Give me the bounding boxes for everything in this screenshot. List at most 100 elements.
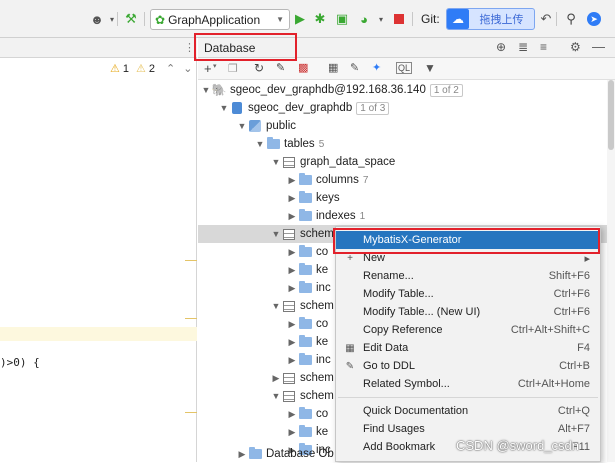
menu-item-copy-reference[interactable]: Copy Reference Ctrl+Alt+Shift+C	[336, 321, 600, 339]
gutter-marker	[185, 260, 197, 261]
chevron-right-icon[interactable]: ▶	[286, 247, 298, 258]
add-icon[interactable]: +	[204, 61, 212, 76]
folder-icon	[298, 335, 312, 348]
rollback-icon[interactable]: ↶	[537, 10, 555, 28]
chevron-right-icon[interactable]: ▶	[270, 373, 282, 384]
run-icon[interactable]: ▶	[291, 10, 309, 28]
menu-item-modify-table-new-ui[interactable]: Modify Table... (New UI) Ctrl+F6	[336, 303, 600, 321]
chevron-down-icon: ▼	[276, 15, 284, 24]
menu-item-shortcut: F4	[577, 342, 590, 354]
indexes-label: inc	[316, 282, 331, 294]
debug-icon[interactable]: ✱	[311, 10, 329, 28]
schema-settings-icon[interactable]: ✎	[276, 61, 285, 74]
chevron-right-icon[interactable]: ▶	[286, 319, 298, 330]
weak-warning-count: 2	[148, 62, 155, 75]
tree-node-database-objects[interactable]: ▶ Database Ob	[198, 445, 338, 463]
filter-icon[interactable]: ▼	[424, 61, 436, 75]
chevron-down-icon[interactable]: ▼	[254, 139, 266, 149]
tree-node-columns[interactable]: ▶ columns 7	[198, 171, 607, 189]
coverage-icon[interactable]: ▣	[333, 10, 351, 28]
menu-item-related-symbol[interactable]: Related Symbol... Ctrl+Alt+Home	[336, 375, 600, 393]
menu-item-edit-data[interactable]: ▦ Edit Data F4	[336, 339, 600, 357]
schema-label: public	[266, 120, 297, 132]
edit-source-icon[interactable]: ✎	[350, 61, 359, 74]
menu-item-quick-documentation[interactable]: Quick Documentation Ctrl+Q	[336, 402, 600, 420]
tree-node-database[interactable]: ▼ sgeoc_dev_graphdb 1 of 3	[198, 99, 607, 117]
more-options-icon[interactable]: ⋮	[184, 41, 195, 54]
stop-icon[interactable]	[390, 10, 408, 28]
code-editor[interactable]: ⋮ ⚠ 1 ⚠ 2 ⌃ ⌄ )>0) {	[0, 38, 197, 462]
chevron-down-icon[interactable]: ▼	[270, 229, 282, 239]
menu-item-rename[interactable]: Rename... Shift+F6	[336, 267, 600, 285]
chevron-down-icon[interactable]: ▼	[270, 157, 282, 167]
menu-item-new[interactable]: + New ▸	[336, 249, 600, 267]
connection-badge: 1 of 2	[429, 83, 463, 97]
table-icon	[282, 300, 296, 312]
folder-icon	[298, 191, 312, 204]
disconnect-icon[interactable]: ▩	[298, 61, 308, 74]
edit-pencil-icon: ✎	[345, 360, 355, 372]
columns-label: co	[316, 318, 329, 330]
chevron-down-icon[interactable]: ▼	[270, 301, 282, 311]
tree-node-table[interactable]: ▼ graph_data_space	[198, 153, 607, 171]
chevron-down-icon[interactable]: ▼	[218, 103, 230, 113]
submenu-arrow-icon: ▸	[584, 252, 590, 265]
chevron-right-icon[interactable]: ▶	[286, 355, 298, 366]
cloud-upload-button[interactable]: ☁ 拖拽上传	[446, 8, 535, 30]
collapse-all-icon[interactable]: ≡	[540, 40, 547, 54]
table-icon	[282, 390, 296, 402]
columns-label: co	[316, 408, 329, 420]
tree-scrollbar[interactable]	[607, 80, 615, 462]
profile-icon[interactable]: ◕	[355, 10, 373, 28]
query-console-icon[interactable]: QL	[396, 62, 413, 74]
settings-update-icon[interactable]: ➤	[585, 10, 603, 28]
run-configuration-label: GraphApplication	[168, 12, 261, 27]
chevron-right-icon[interactable]: ▶	[286, 337, 298, 348]
build-hammer-icon[interactable]: ⚒	[122, 10, 140, 28]
menu-item-label: Find Usages	[363, 423, 425, 435]
minimize-icon[interactable]: —	[592, 39, 605, 54]
tree-node-indexes[interactable]: ▶ indexes 1	[198, 207, 607, 225]
chevron-right-icon[interactable]: ▶	[286, 193, 298, 204]
chevron-down-icon[interactable]: ▼	[236, 121, 248, 131]
chevron-up-icon[interactable]: ⌃	[166, 62, 175, 75]
chevron-right-icon[interactable]: ▶	[286, 409, 298, 420]
duplicate-icon[interactable]: ❐	[228, 62, 238, 75]
tree-node-keys[interactable]: ▶ keys	[198, 189, 607, 207]
database-label: sgeoc_dev_graphdb	[248, 102, 353, 114]
user-dropdown-icon[interactable]: ▾	[103, 10, 121, 28]
menu-item-find-usages[interactable]: Find Usages Alt+F7	[336, 420, 600, 438]
chevron-right-icon[interactable]: ▶	[286, 211, 298, 222]
table-view-icon[interactable]: ▦	[328, 61, 338, 74]
chevron-down-icon[interactable]: ▼	[270, 391, 282, 401]
chevron-down-icon[interactable]: ⌄	[183, 62, 192, 75]
chevron-right-icon[interactable]: ▶	[286, 265, 298, 276]
chevron-right-icon[interactable]: ▶	[286, 175, 298, 186]
run-configuration-select[interactable]: ✿ GraphApplication ▼	[150, 9, 290, 30]
search-icon[interactable]: ⚲	[562, 10, 580, 28]
tree-node-schema[interactable]: ▼ public	[198, 117, 607, 135]
gutter-marker	[185, 412, 197, 413]
tree-node-tables[interactable]: ▼ tables 5	[198, 135, 607, 153]
expand-all-icon[interactable]: ≣	[518, 40, 528, 54]
menu-item-go-to-ddl[interactable]: ✎ Go to DDL Ctrl+B	[336, 357, 600, 375]
more-run-dropdown-icon[interactable]: ▾	[372, 10, 390, 28]
chevron-right-icon[interactable]: ▶	[286, 427, 298, 438]
schema-icon	[248, 120, 262, 132]
locate-icon[interactable]: ⊕	[496, 40, 506, 54]
jump-to-icon[interactable]: ✦	[372, 61, 381, 74]
menu-item-modify-table[interactable]: Modify Table... Ctrl+F6	[336, 285, 600, 303]
folder-icon	[266, 137, 280, 150]
inspection-widget[interactable]: ⚠ 1 ⚠ 2 ⌃ ⌄	[110, 62, 192, 76]
menu-item-label: Copy Reference	[363, 324, 443, 336]
chevron-down-icon[interactable]: ▼	[200, 85, 212, 95]
scrollbar-thumb[interactable]	[608, 80, 614, 150]
menu-item-mybatisx-generator[interactable]: MybatisX-Generator	[336, 231, 600, 249]
columns-label: co	[316, 246, 329, 258]
add-dropdown-icon[interactable]: ▾	[213, 62, 217, 70]
refresh-icon[interactable]: ↻	[254, 61, 264, 75]
tree-node-connection[interactable]: ▼ 🐘 sgeoc_dev_graphdb@192.168.36.140 1 o…	[198, 81, 607, 99]
chevron-right-icon[interactable]: ▶	[236, 449, 248, 460]
chevron-right-icon[interactable]: ▶	[286, 283, 298, 294]
gear-icon[interactable]: ⚙	[570, 40, 581, 54]
